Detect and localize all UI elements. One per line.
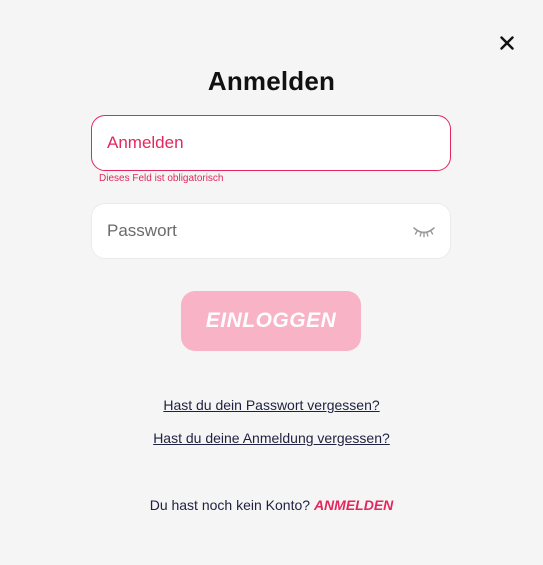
password-input[interactable]	[107, 204, 397, 258]
login-modal: Anmelden Dieses Feld ist obligatorisch E…	[0, 0, 543, 565]
forgot-login-link[interactable]: Hast du deine Anmeldung vergessen?	[153, 430, 390, 446]
eye-closed-icon	[413, 227, 435, 238]
forgot-password-row: Hast du dein Passwort vergessen?	[0, 397, 543, 413]
password-visibility-toggle[interactable]	[412, 224, 436, 240]
modal-title: Anmelden	[207, 66, 336, 96]
username-field-container	[91, 115, 451, 171]
username-input[interactable]	[107, 116, 397, 170]
signup-link[interactable]: ANMELDEN	[314, 497, 393, 513]
login-button[interactable]: EINLOGGEN	[181, 291, 361, 351]
close-icon	[500, 36, 514, 50]
username-error-message: Dieses Feld ist obligatorisch	[99, 173, 224, 184]
forgot-login-row: Hast du deine Anmeldung vergessen?	[0, 430, 543, 446]
forgot-password-link[interactable]: Hast du dein Passwort vergessen?	[163, 397, 379, 413]
signup-prompt: Du hast noch kein Konto?	[149, 497, 311, 513]
password-field-container	[91, 203, 451, 259]
signup-row: Du hast noch kein Konto? ANMELDEN	[0, 497, 543, 513]
close-button[interactable]	[497, 33, 517, 53]
